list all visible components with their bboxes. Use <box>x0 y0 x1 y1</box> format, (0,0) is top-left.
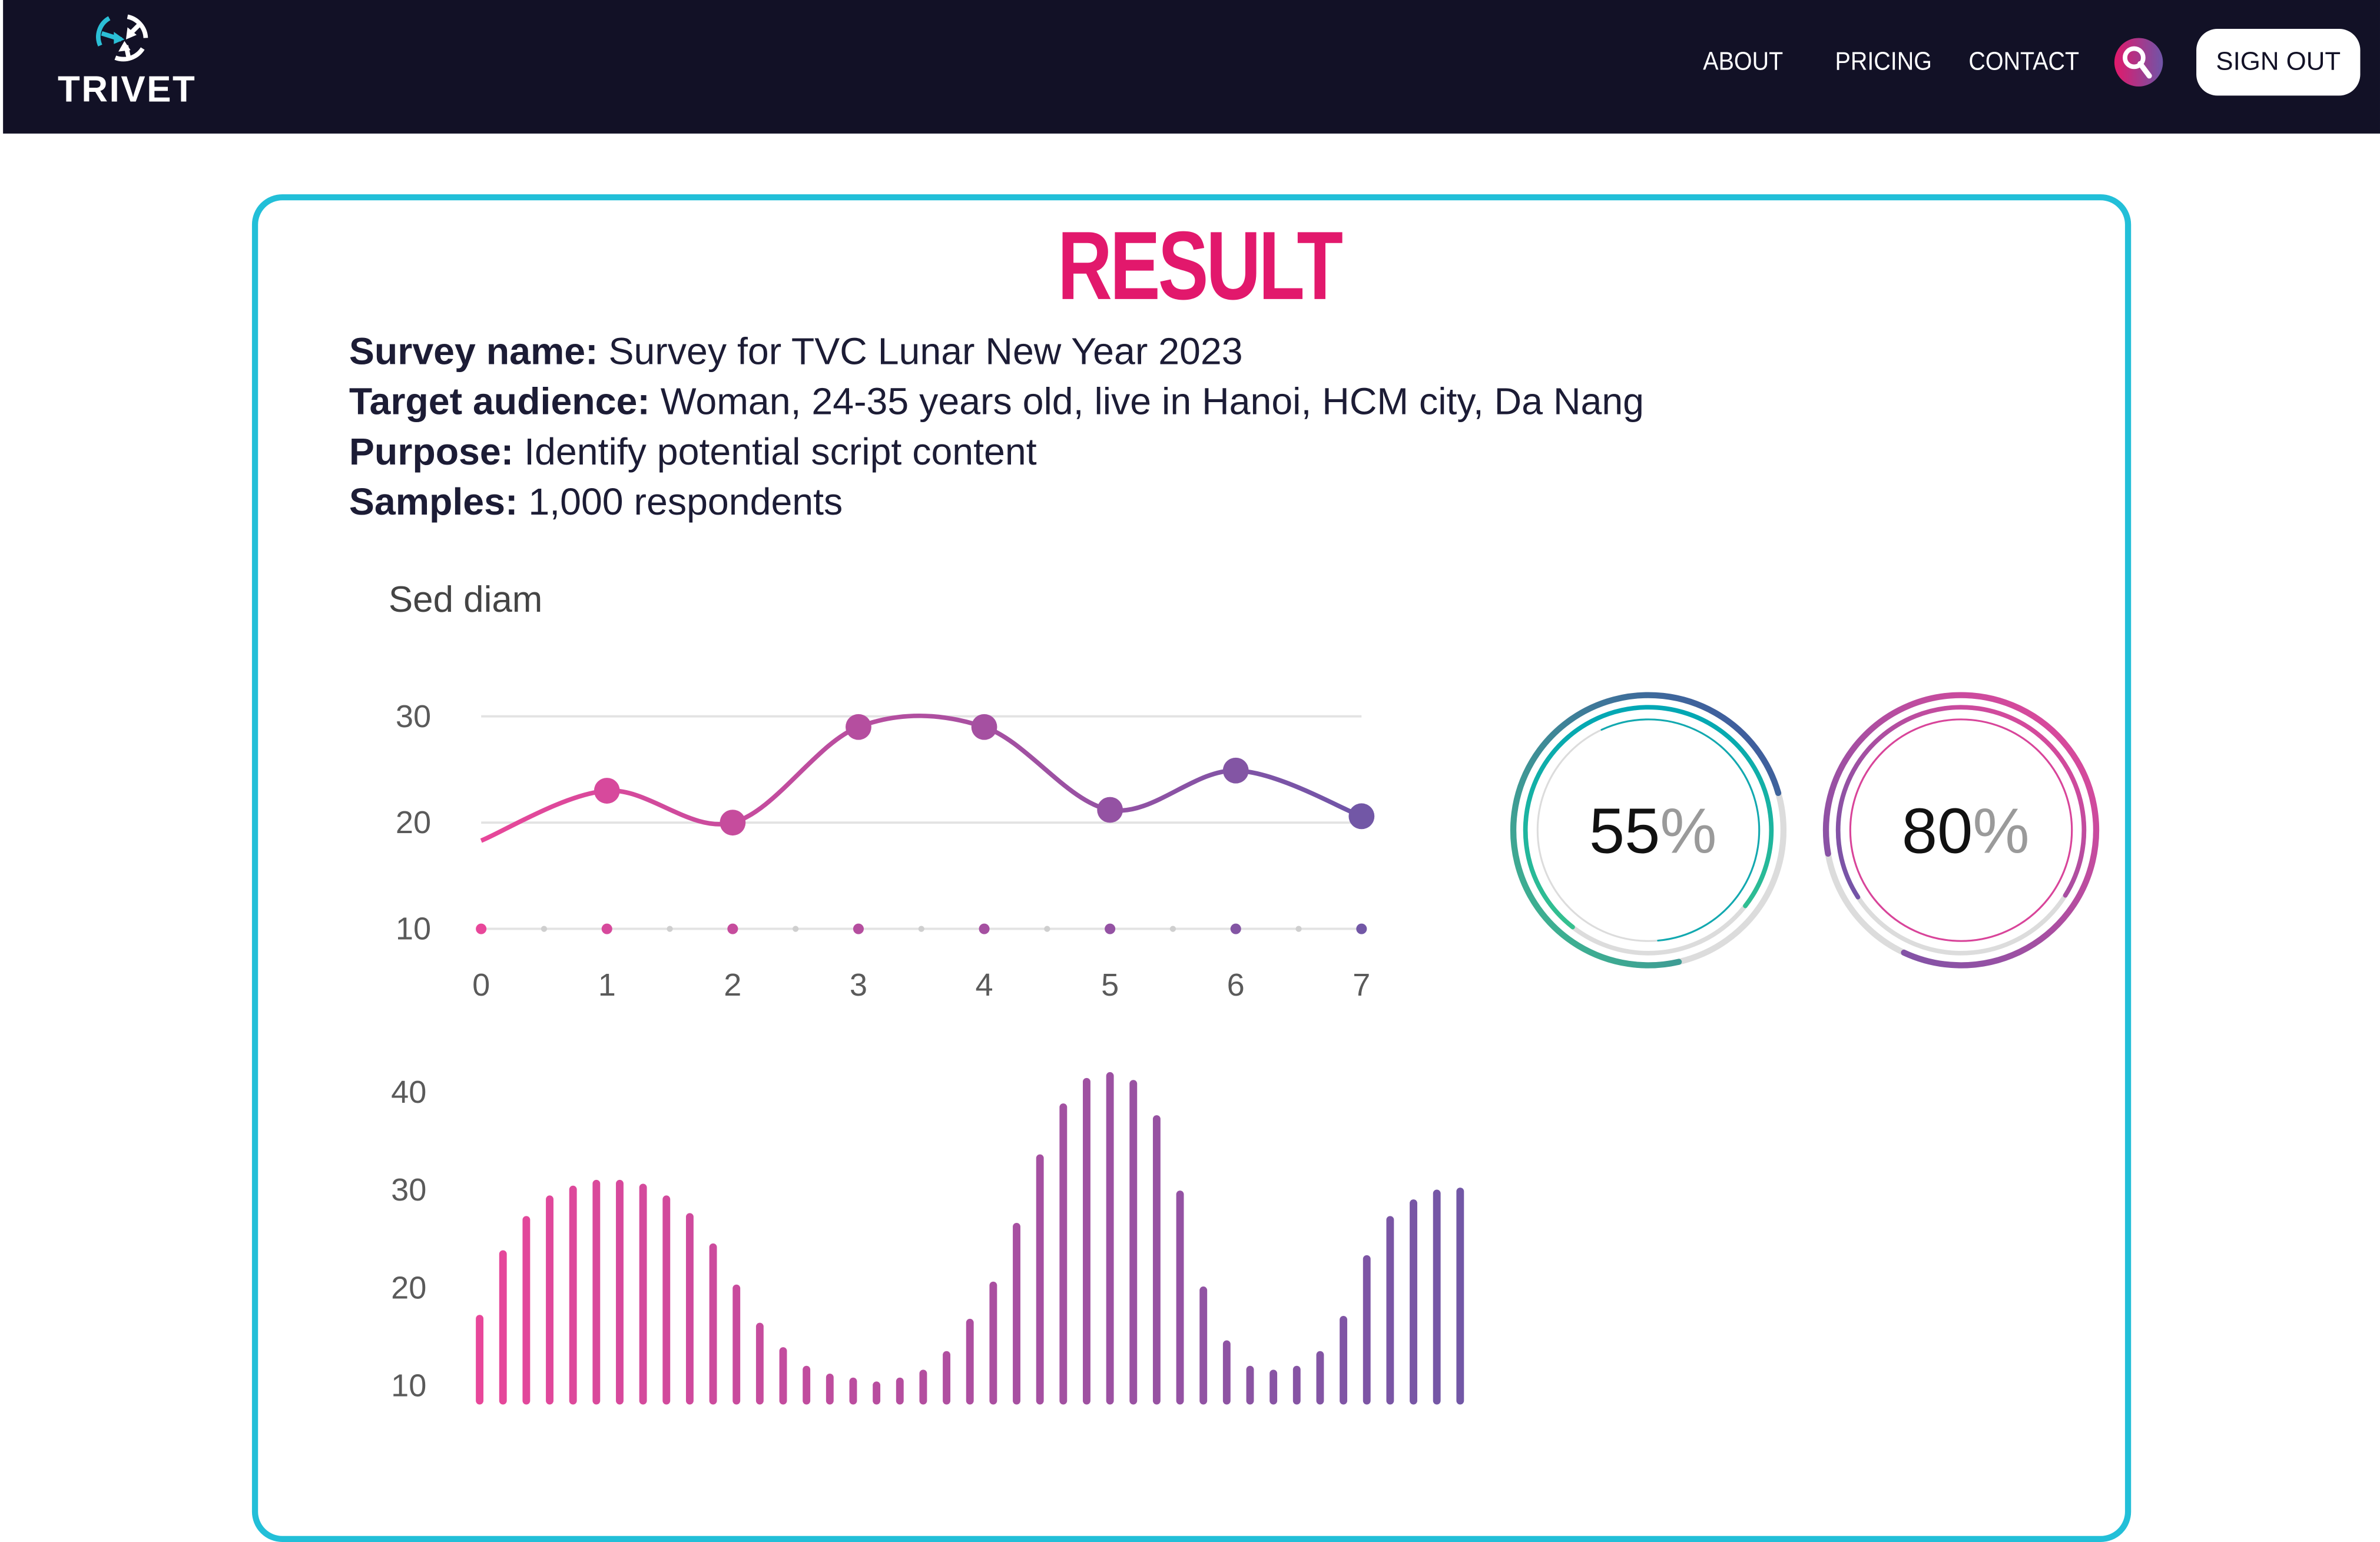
axis-dot <box>727 923 738 934</box>
gauge-number: 55 <box>1589 795 1660 867</box>
gauges: 55% 80% <box>1510 692 2100 969</box>
x-tick-label: 5 <box>1101 967 1119 1003</box>
x-tick-label: 3 <box>850 967 867 1003</box>
axis-dot <box>1105 923 1116 934</box>
data-point <box>846 714 871 740</box>
x-tick-label: 6 <box>1227 967 1245 1003</box>
axis-dot <box>541 926 548 932</box>
axis-dot <box>601 923 612 934</box>
data-point <box>1097 797 1123 823</box>
data-point <box>1348 803 1375 830</box>
y-tick-label: 40 <box>391 1075 426 1110</box>
line-chart: 10 20 30 0 1 2 3 4 5 6 7 <box>396 699 1375 1003</box>
gauge-number: 80 <box>1902 795 1973 867</box>
bar-chart: 10 20 30 40 <box>391 1072 1464 1405</box>
axis-dot <box>1356 923 1367 934</box>
x-tick-label: 4 <box>975 967 993 1003</box>
x-tick-label: 1 <box>598 967 616 1003</box>
data-point <box>1222 757 1249 784</box>
y-tick-label: 20 <box>396 805 431 840</box>
y-tick-label: 10 <box>391 1368 426 1404</box>
axis-dot <box>1295 926 1302 932</box>
y-tick-label: 30 <box>391 1172 426 1208</box>
gauge-unit: % <box>1660 795 1716 867</box>
axis-dot <box>853 923 864 934</box>
gauge-value: 55% <box>1589 795 1717 867</box>
gauge-value: 80% <box>1902 795 2030 867</box>
axis-dot <box>476 923 487 934</box>
axis-dot <box>667 926 673 932</box>
axis-dot <box>1230 923 1241 934</box>
x-tick-label: 7 <box>1353 967 1370 1003</box>
axis-dot <box>1044 926 1050 932</box>
axis-dot <box>979 923 990 934</box>
data-point <box>720 810 746 836</box>
data-point <box>971 714 997 740</box>
charts-canvas: 1020300 1 2 3 4 5 6 7 55% 80% 10203040 <box>391 692 2100 1405</box>
axis-dot <box>1169 926 1176 932</box>
x-tick-label: 0 <box>472 967 490 1003</box>
gauge-unit: % <box>1973 795 2029 867</box>
axis-dot <box>918 926 924 932</box>
y-tick-label: 10 <box>396 911 431 947</box>
y-tick-label: 20 <box>391 1270 426 1305</box>
axis-dot <box>792 926 799 932</box>
y-tick-label: 30 <box>396 699 431 734</box>
data-point <box>594 778 620 804</box>
x-tick-label: 2 <box>724 967 741 1003</box>
